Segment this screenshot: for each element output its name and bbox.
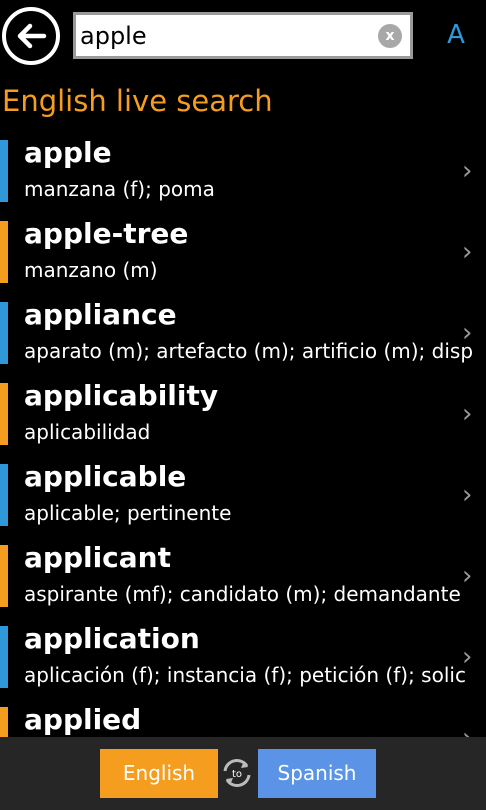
chevron-right-icon: › bbox=[462, 561, 473, 591]
result-accent-bar bbox=[0, 302, 8, 364]
result-word: applicable bbox=[24, 460, 187, 493]
result-accent-bar bbox=[0, 464, 8, 526]
result-word: applicability bbox=[24, 379, 219, 412]
top-bar: x A bbox=[0, 0, 486, 76]
swap-label: to bbox=[232, 769, 242, 780]
result-translation: aparato (m); artefacto (m); artificio (m… bbox=[24, 339, 474, 363]
font-size-button[interactable]: A bbox=[444, 18, 468, 52]
result-word: appliance bbox=[24, 298, 177, 331]
page-title: English live search bbox=[2, 84, 273, 118]
result-accent-bar bbox=[0, 383, 8, 445]
result-item[interactable]: apple-tree manzano (m) › bbox=[0, 217, 486, 300]
result-word: applicant bbox=[24, 541, 171, 574]
result-accent-bar bbox=[0, 626, 8, 688]
chevron-right-icon: › bbox=[462, 237, 473, 267]
result-translation: aspirante (mf); candidato (m); demandant… bbox=[24, 582, 461, 606]
search-input[interactable] bbox=[78, 15, 378, 56]
bottom-bar: English to Spanish bbox=[0, 737, 486, 810]
result-word: application bbox=[24, 622, 200, 655]
result-accent-bar bbox=[0, 707, 8, 737]
chevron-right-icon: › bbox=[462, 318, 473, 348]
source-language-button[interactable]: English bbox=[100, 749, 218, 798]
results-list: apple manzana (f); poma › apple-tree manzano… bbox=[0, 138, 486, 737]
result-item[interactable]: applicable aplicable; pertinente › bbox=[0, 460, 486, 543]
result-item[interactable]: apple manzana (f); poma › bbox=[0, 138, 486, 219]
result-word: applied bbox=[24, 703, 142, 736]
result-translation: aplicación (f); instancia (f); petición … bbox=[24, 663, 466, 687]
result-word: apple bbox=[24, 138, 112, 169]
clear-search-button[interactable]: x bbox=[378, 24, 402, 48]
chevron-right-icon: › bbox=[462, 480, 473, 510]
chevron-right-icon: › bbox=[462, 642, 473, 672]
result-translation: manzana (f); poma bbox=[24, 177, 215, 201]
result-item[interactable]: appliance aparato (m); artefacto (m); art… bbox=[0, 298, 486, 381]
search-box: x bbox=[73, 12, 413, 59]
result-item[interactable]: application aplicación (f); instancia (f)… bbox=[0, 622, 486, 705]
chevron-right-icon: › bbox=[462, 723, 472, 737]
result-translation: aplicabilidad bbox=[24, 420, 151, 444]
result-item[interactable]: applicability aplicabilidad › bbox=[0, 379, 486, 462]
result-word: apple-tree bbox=[24, 217, 189, 250]
target-language-button[interactable]: Spanish bbox=[258, 749, 376, 798]
result-accent-bar bbox=[0, 545, 8, 607]
chevron-right-icon: › bbox=[462, 399, 473, 429]
result-translation: aplicable; pertinente bbox=[24, 501, 232, 525]
result-item[interactable]: applied › bbox=[0, 703, 486, 737]
result-translation: manzano (m) bbox=[24, 258, 158, 282]
swap-languages-icon[interactable]: to bbox=[220, 756, 254, 790]
chevron-right-icon: › bbox=[462, 156, 473, 186]
result-item[interactable]: applicant aspirante (mf); candidato (m); … bbox=[0, 541, 486, 624]
back-button[interactable] bbox=[2, 7, 60, 65]
arrow-left-icon bbox=[17, 23, 47, 49]
result-accent-bar bbox=[0, 221, 8, 283]
result-accent-bar bbox=[0, 140, 8, 202]
